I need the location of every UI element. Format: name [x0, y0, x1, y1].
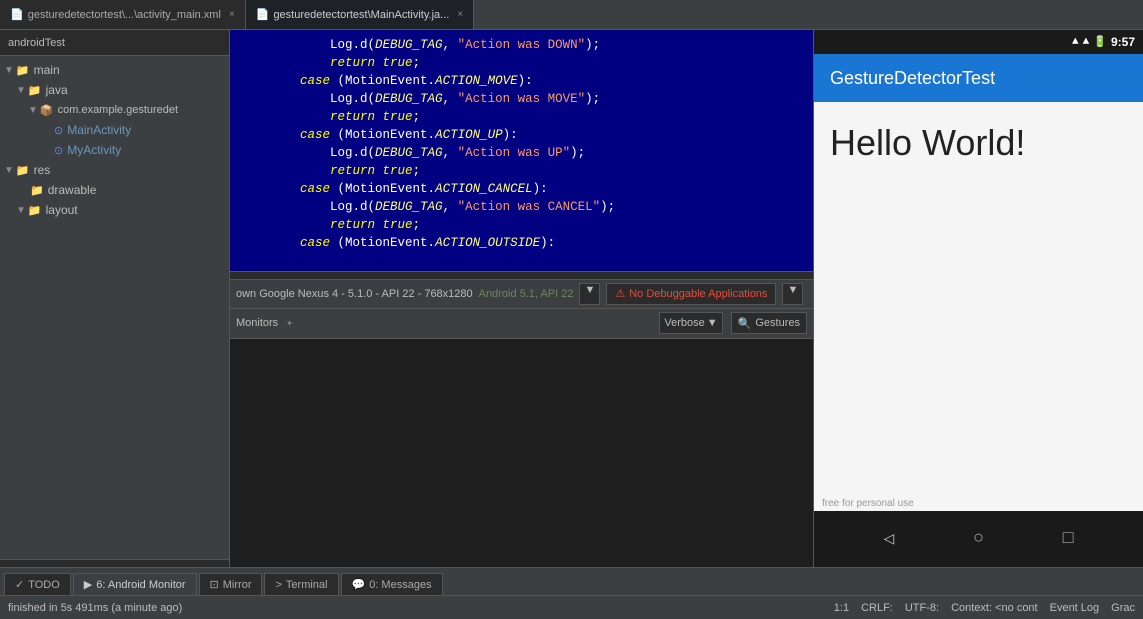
gradle-tab[interactable]: Grac — [1111, 602, 1135, 614]
code-line-1: Log.d(DEBUG_TAG, "Action was DOWN"); — [240, 36, 803, 54]
todo-icon: ✓ — [15, 578, 24, 591]
activity-icon-my: ⊙ — [54, 144, 63, 157]
code-line-10: Log.d(DEBUG_TAG, "Action was CANCEL"); — [240, 198, 803, 216]
recent-apps-button[interactable]: □ — [1052, 523, 1084, 555]
code-line-2: return true; — [240, 54, 803, 72]
tree-item-main[interactable]: ▼ 📁 main — [0, 60, 229, 80]
project-root-label: androidTest — [8, 37, 65, 49]
project-tree[interactable]: ▼ 📁 main ▼ 📁 java ▼ 📦 com.example.gestur… — [0, 56, 229, 559]
log-area[interactable] — [230, 339, 813, 568]
tree-scrollbar[interactable] — [0, 559, 229, 567]
mirror-icon: ⊡ — [210, 578, 219, 591]
android-icon: ▶ — [84, 578, 92, 591]
wifi-icon: ▲ — [1072, 36, 1079, 48]
tab-close-xml[interactable]: × — [229, 9, 235, 20]
layout-folder-icon: 📁 — [28, 204, 42, 217]
activity-icon-main: ⊙ — [54, 124, 63, 137]
code-editor-panel: Log.d(DEBUG_TAG, "Action was DOWN"); ret… — [230, 30, 813, 567]
tab-messages[interactable]: 💬 0: Messages — [341, 573, 443, 595]
tab-todo[interactable]: ✓ TODO — [4, 573, 71, 595]
code-line-5: return true; — [240, 108, 803, 126]
watermark-text: free for personal use — [822, 498, 914, 509]
search-icon: 🔍 — [738, 317, 752, 330]
code-line-3: case (MotionEvent.ACTION_MOVE): — [240, 72, 803, 90]
status-bar: finished in 5s 491ms (a minute ago) 1:1 … — [0, 595, 1143, 619]
code-line-8: return true; — [240, 162, 803, 180]
encoding: UTF-8: — [905, 602, 939, 614]
project-header: androidTest — [0, 30, 229, 56]
expand-arrow-layout: ▼ — [16, 205, 26, 216]
signal-icon: ▲ — [1083, 36, 1090, 48]
xml-file-icon: 📄 — [10, 8, 24, 21]
tree-item-res[interactable]: ▼ 📁 res — [0, 160, 229, 180]
pin-icon: ✦ — [286, 316, 293, 330]
device-dropdown[interactable]: ▼ — [579, 283, 600, 305]
android-version-label: Android 5.1, API 22 — [479, 288, 574, 300]
code-line-7: Log.d(DEBUG_TAG, "Action was UP"); — [240, 144, 803, 162]
code-line-4: Log.d(DEBUG_TAG, "Action was MOVE"); — [240, 90, 803, 108]
tab-android-monitor[interactable]: ▶ 6: Android Monitor — [73, 573, 197, 595]
emulator-content[interactable]: Hello World! — [814, 102, 1143, 491]
left-panel: androidTest ▼ 📁 main ▼ 📁 java ▼ 📦 com.ex… — [0, 30, 230, 567]
code-scrollbar-h[interactable] — [230, 271, 813, 279]
tab-close-java[interactable]: × — [457, 9, 463, 20]
verbose-dropdown[interactable]: Verbose ▼ — [659, 312, 722, 334]
line-ending: CRLF: — [861, 602, 893, 614]
status-time: 9:57 — [1111, 35, 1135, 49]
back-button[interactable]: ◁ — [873, 523, 905, 555]
code-line-6: case (MotionEvent.ACTION_UP): — [240, 126, 803, 144]
emulator-panel: ▲ ▲ 🔋 9:57 GestureDetectorTest Hello Wor… — [813, 30, 1143, 567]
tree-item-myactivity[interactable]: ⊙ MyActivity — [0, 140, 229, 160]
folder-icon: 📁 — [16, 64, 30, 77]
context-info: Context: <no cont — [951, 602, 1038, 614]
code-line-12: case (MotionEvent.ACTION_OUTSIDE): — [240, 234, 803, 252]
warning-icon: ⚠ — [615, 287, 625, 300]
code-line-9: case (MotionEvent.ACTION_CANCEL): — [240, 180, 803, 198]
expand-arrow-java: ▼ — [16, 85, 26, 96]
tree-item-mainactivity[interactable]: ⊙ MainActivity — [0, 120, 229, 140]
emulator-nav-bar: ◁ ○ □ — [814, 511, 1143, 567]
expand-arrow: ▼ — [4, 65, 14, 76]
tree-item-java[interactable]: ▼ 📁 java — [0, 80, 229, 100]
code-editor[interactable]: Log.d(DEBUG_TAG, "Action was DOWN"); ret… — [230, 30, 813, 271]
expand-arrow-res: ▼ — [4, 165, 14, 176]
status-right: 1:1 CRLF: UTF-8: Context: <no cont Event… — [834, 602, 1135, 614]
gestures-search-box[interactable]: 🔍 Gestures — [731, 312, 807, 334]
res-folder-icon: 📁 — [16, 164, 30, 177]
monitor-bar: Monitors ✦ Verbose ▼ 🔍 Gestures — [230, 309, 813, 339]
tab-activity-main-xml[interactable]: 📄 gesturedetectortest\...\activity_main.… — [0, 0, 246, 29]
device-bar: own Google Nexus 4 - 5.1.0 - API 22 - 76… — [230, 279, 813, 309]
tree-item-drawable[interactable]: 📁 drawable — [0, 180, 229, 200]
drawable-folder-icon: 📁 — [30, 184, 44, 197]
package-icon: 📦 — [40, 104, 54, 117]
bottom-tabs-bar: ✓ TODO ▶ 6: Android Monitor ⊡ Mirror > T… — [0, 567, 1143, 595]
cursor-position: 1:1 — [834, 602, 849, 614]
home-button[interactable]: ○ — [962, 523, 994, 555]
monitors-label: Monitors — [236, 317, 278, 329]
folder-java-icon: 📁 — [28, 84, 42, 97]
debug-config-dropdown[interactable]: ▼ — [782, 283, 803, 305]
main-area: androidTest ▼ 📁 main ▼ 📁 java ▼ 📦 com.ex… — [0, 30, 1143, 567]
tab-bar: 📄 gesturedetectortest\...\activity_main.… — [0, 0, 1143, 30]
tab-terminal[interactable]: > Terminal — [264, 573, 338, 595]
terminal-icon: > — [275, 579, 281, 591]
event-log-tab[interactable]: Event Log — [1050, 602, 1100, 614]
messages-icon: 💬 — [352, 578, 366, 591]
status-message: finished in 5s 491ms (a minute ago) — [8, 602, 182, 614]
java-file-icon: 📄 — [256, 8, 270, 21]
tab-main-activity-java[interactable]: 📄 gesturedetectortest\MainActivity.ja...… — [246, 0, 474, 29]
tree-item-package[interactable]: ▼ 📦 com.example.gesturedet — [0, 100, 229, 120]
no-debuggable-apps-btn[interactable]: ⚠ No Debuggable Applications — [606, 283, 776, 305]
battery-icon: 🔋 — [1093, 35, 1107, 49]
tree-item-layout[interactable]: ▼ 📁 layout — [0, 200, 229, 220]
device-name-label: own Google Nexus 4 - 5.1.0 - API 22 - 76… — [236, 288, 473, 300]
app-title: GestureDetectorTest — [830, 68, 995, 89]
hello-world-text: Hello World! — [830, 122, 1127, 164]
emulator-status-bar: ▲ ▲ 🔋 9:57 — [814, 30, 1143, 54]
expand-arrow-pkg: ▼ — [28, 105, 38, 116]
code-line-11: return true; — [240, 216, 803, 234]
emulator-app-bar: GestureDetectorTest — [814, 54, 1143, 102]
tab-mirror[interactable]: ⊡ Mirror — [199, 573, 263, 595]
